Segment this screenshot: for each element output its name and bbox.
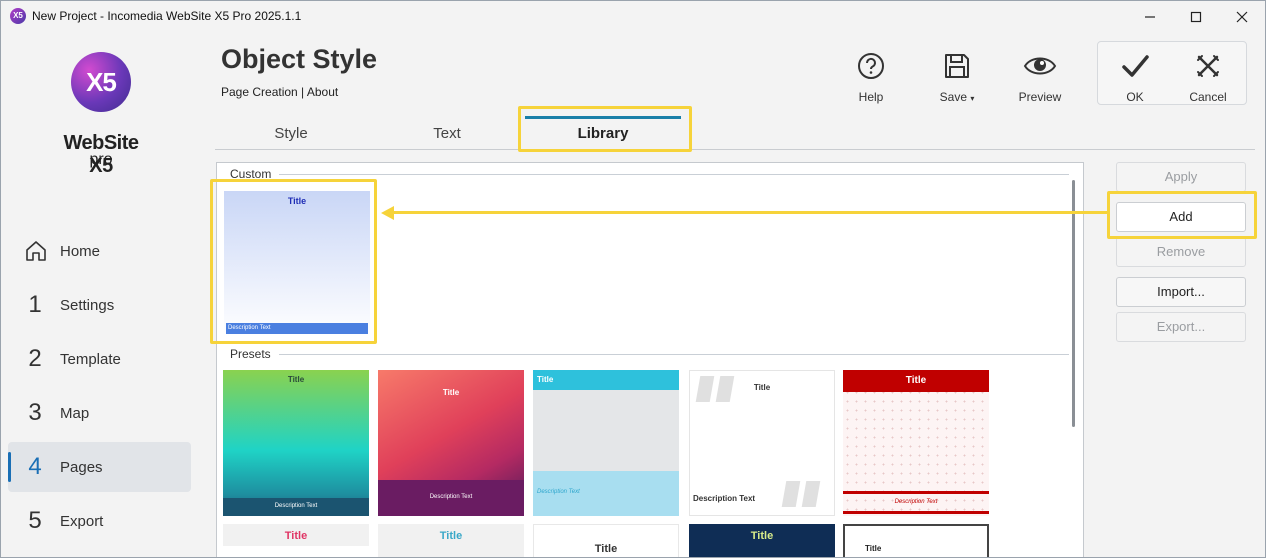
ok-label: OK <box>1126 90 1144 104</box>
remove-button[interactable]: Remove <box>1116 237 1246 267</box>
sidebar-item-export[interactable]: 5 Export <box>8 496 191 546</box>
preset-style-item[interactable]: Title Description Text <box>223 370 369 516</box>
divider <box>279 174 1069 175</box>
sidebar-item-label: Home <box>60 242 101 260</box>
maximize-icon[interactable] <box>1173 1 1219 32</box>
app-logo-icon: X5 <box>10 8 26 24</box>
sidebar-item-number: 1 <box>28 291 42 318</box>
active-indicator <box>8 452 11 482</box>
thumb-title: Title <box>439 530 463 542</box>
thumb-desc: Description Text <box>274 503 318 509</box>
preset-style-item[interactable]: Title <box>689 524 835 557</box>
save-button[interactable]: Save ▾ <box>927 50 987 104</box>
website-x5-logo: X5 WebSite X5 pro <box>51 50 161 177</box>
sidebar-item-number: 2 <box>28 345 42 372</box>
sidebar: X5 WebSite X5 pro Home 1 Settings 2 Temp… <box>1 32 201 557</box>
title-bar: X5 New Project - Incomedia WebSite X5 Pr… <box>1 1 1265 32</box>
cancel-button[interactable]: Cancel <box>1178 50 1238 104</box>
app-window: X5 New Project - Incomedia WebSite X5 Pr… <box>0 0 1266 558</box>
logo-mark: X5 <box>71 52 131 112</box>
thumb-desc: Description Text <box>693 494 756 503</box>
ok-button[interactable]: OK <box>1105 50 1165 104</box>
tab-style[interactable]: Style <box>215 116 367 150</box>
sidebar-item-number: 4 <box>28 453 42 480</box>
preview-button[interactable]: Preview <box>1010 50 1070 104</box>
highlight-add-button <box>1107 191 1257 239</box>
preset-style-item[interactable]: Title <box>843 524 989 557</box>
sidebar-item-template[interactable]: 2 Template <box>8 334 191 384</box>
tab-text[interactable]: Text <box>371 116 523 150</box>
quote-mark <box>801 481 821 507</box>
thumb-title: Title <box>537 375 554 384</box>
window-title: New Project - Incomedia WebSite X5 Pro 2… <box>32 9 302 23</box>
breadcrumb[interactable]: Page Creation | About <box>221 85 338 99</box>
sidebar-item-number: 3 <box>28 399 42 426</box>
preset-style-item[interactable]: Title <box>533 524 679 557</box>
arrow-left-icon <box>381 206 394 220</box>
sidebar-item-label: Export <box>60 512 104 530</box>
sidebar-item-map[interactable]: 3 Map <box>8 388 191 438</box>
thumb-desc: Description Text <box>429 494 473 500</box>
highlight-custom-item <box>210 179 377 344</box>
save-icon <box>927 50 987 82</box>
pointer-arrow-line <box>393 211 1109 214</box>
checkmark-icon <box>1105 50 1165 82</box>
thumb-title: Title <box>865 544 882 553</box>
thumb-title: Title <box>287 375 305 384</box>
import-button[interactable]: Import... <box>1116 277 1246 307</box>
chevron-down-icon: ▾ <box>970 94 975 103</box>
cancel-label: Cancel <box>1189 90 1227 104</box>
library-scrollbar[interactable] <box>1072 180 1075 427</box>
save-label: Save ▾ <box>927 90 987 104</box>
preview-label: Preview <box>1018 90 1062 104</box>
thumb-title: Title <box>750 530 774 542</box>
divider <box>279 354 1069 355</box>
preset-style-item[interactable]: Title <box>223 524 369 557</box>
highlight-library-tab <box>518 106 692 152</box>
sidebar-item-label: Template <box>60 350 121 368</box>
thumb-title: Title <box>905 375 927 386</box>
thumb-desc: Description Text <box>894 499 938 505</box>
presets-section-label: Presets <box>230 347 271 361</box>
quote-mark <box>781 481 801 507</box>
close-icon[interactable] <box>1219 1 1265 32</box>
save-text: Save <box>939 90 967 104</box>
preset-style-item[interactable]: Title Description Text <box>689 370 835 516</box>
cancel-x-icon <box>1178 50 1238 82</box>
sidebar-item-label: Map <box>60 404 90 422</box>
help-button[interactable]: Help <box>841 50 901 104</box>
thumb-title: Title <box>753 383 771 392</box>
help-label: Help <box>858 90 884 104</box>
tab-bar: Style Text Library <box>215 116 1255 150</box>
logo-edition: pro <box>89 151 113 168</box>
preset-style-item[interactable]: Title Description Text <box>378 370 524 516</box>
thumb-title: Title <box>442 388 460 397</box>
sidebar-item-pages[interactable]: 4 Pages <box>8 442 191 492</box>
preset-style-item[interactable]: Title Description Text <box>843 370 989 516</box>
sidebar-item-number: 5 <box>28 507 42 534</box>
help-icon <box>841 50 901 82</box>
preset-style-item[interactable]: Title Description Text <box>533 370 679 516</box>
thumb-title: Title <box>594 543 618 555</box>
divider <box>843 491 989 494</box>
sidebar-item-label: Settings <box>60 296 115 314</box>
sidebar-item-home[interactable]: Home <box>8 226 191 276</box>
apply-button[interactable]: Apply <box>1116 162 1246 192</box>
divider <box>843 511 989 514</box>
eye-icon <box>1010 50 1070 82</box>
page-title: Object Style <box>221 44 378 74</box>
minimize-icon[interactable] <box>1127 1 1173 32</box>
export-button[interactable]: Export... <box>1116 312 1246 342</box>
sidebar-item-label: Pages <box>60 458 103 476</box>
sidebar-item-settings[interactable]: 1 Settings <box>8 280 191 330</box>
thumb-title: Title <box>284 530 308 542</box>
thumb-desc: Description Text <box>537 489 580 495</box>
home-icon <box>24 233 46 270</box>
preset-style-item[interactable]: Title <box>378 524 524 557</box>
